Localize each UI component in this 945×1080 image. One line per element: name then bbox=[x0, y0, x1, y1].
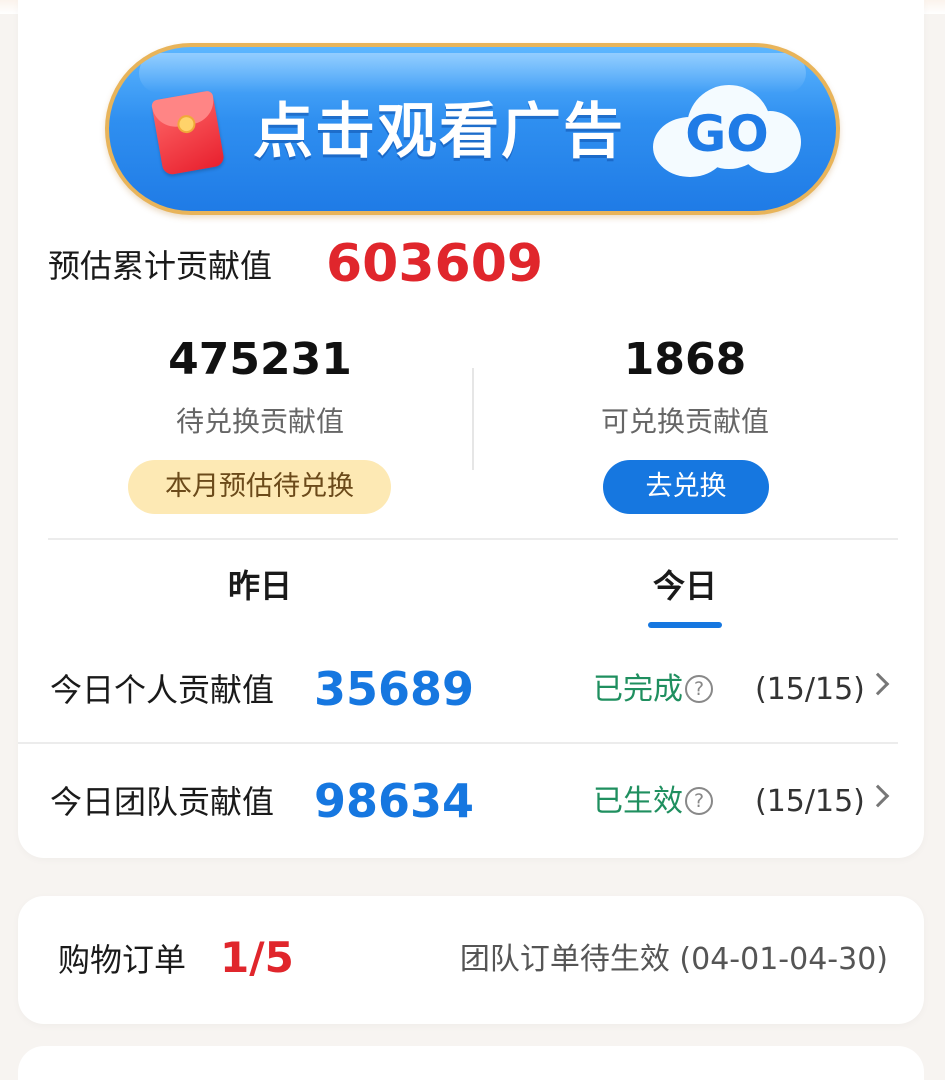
pending-value: 475231 bbox=[168, 334, 352, 385]
total-contribution-label: 预估累计贡献值 bbox=[48, 247, 273, 285]
team-contribution-row[interactable]: 今日团队贡献值 98634 已生效? (15/15) bbox=[18, 752, 898, 852]
go-cloud-icon: GO bbox=[653, 85, 801, 177]
row-value: 35689 bbox=[314, 662, 475, 716]
shopping-orders-card[interactable]: 购物订单 1/5 团队订单待生效 (04-01-04-30) bbox=[18, 896, 924, 1024]
tab-yesterday[interactable]: 昨日 bbox=[180, 560, 340, 612]
active-tab-indicator bbox=[648, 622, 722, 628]
pending-stat: 475231 待兑换贡献值 bbox=[50, 330, 470, 442]
chevron-right-icon bbox=[866, 784, 890, 808]
status-text: 已生效 bbox=[593, 784, 683, 819]
section-divider bbox=[48, 538, 898, 540]
go-label: GO bbox=[685, 105, 769, 163]
ad-banner-body: 点击观看广告 GO bbox=[109, 47, 836, 211]
row-label: 今日个人贡献值 bbox=[50, 671, 275, 709]
help-icon[interactable]: ? bbox=[685, 675, 713, 703]
next-card bbox=[18, 1046, 924, 1080]
row-count: (15/15) bbox=[755, 784, 865, 819]
column-divider bbox=[472, 368, 474, 470]
personal-contribution-row[interactable]: 今日个人贡献值 35689 已完成? (15/15) bbox=[18, 640, 898, 740]
total-contribution-value: 603609 bbox=[326, 234, 544, 294]
row-divider bbox=[18, 742, 898, 744]
redeemable-stat: 1868 可兑换贡献值 bbox=[475, 330, 895, 442]
help-icon[interactable]: ? bbox=[685, 787, 713, 815]
row-status: 已生效? bbox=[593, 778, 713, 826]
pending-label: 待兑换贡献值 bbox=[175, 405, 344, 438]
tab-today[interactable]: 今日 bbox=[605, 560, 765, 612]
red-envelope-icon bbox=[150, 90, 226, 176]
orders-label: 购物订单 bbox=[58, 941, 187, 979]
redeemable-label: 可兑换贡献值 bbox=[600, 405, 769, 438]
redeem-button[interactable]: 去兑换 bbox=[603, 460, 769, 514]
ad-banner-text: 点击观看广告 bbox=[253, 97, 625, 167]
monthly-estimate-badge: 本月预估待兑换 bbox=[128, 460, 391, 514]
watch-ad-banner[interactable]: 点击观看广告 GO bbox=[105, 43, 840, 215]
row-status: 已完成? bbox=[593, 666, 713, 714]
redeemable-value: 1868 bbox=[623, 334, 747, 385]
orders-value: 1/5 bbox=[220, 933, 294, 982]
chevron-right-icon bbox=[866, 672, 890, 696]
row-label: 今日团队贡献值 bbox=[50, 783, 275, 821]
orders-status: 团队订单待生效 (04-01-04-30) bbox=[459, 942, 888, 977]
row-count: (15/15) bbox=[755, 672, 865, 707]
status-text: 已完成 bbox=[593, 672, 683, 707]
row-value: 98634 bbox=[314, 774, 475, 828]
